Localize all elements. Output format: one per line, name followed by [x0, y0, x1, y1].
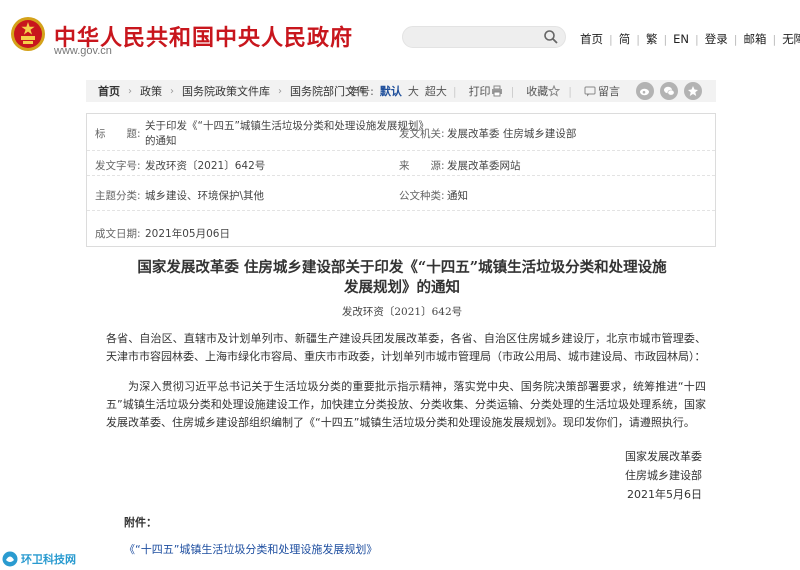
top-link-home[interactable]: 首页: [574, 31, 609, 47]
top-link-simplified[interactable]: 简: [613, 31, 637, 47]
font-size-default[interactable]: 默认: [380, 83, 402, 99]
meta-issuer-value: 发展改革委 住房城乡建设部: [447, 128, 577, 140]
article-title-line2: 发展规划》的通知: [344, 279, 460, 296]
article-doc-number: 发改环资〔2021〕642号: [341, 306, 463, 318]
top-link-mail[interactable]: 邮箱: [737, 31, 772, 47]
national-emblem-icon[interactable]: [10, 16, 46, 52]
qzone-icon: [688, 86, 698, 96]
top-link-accessibility[interactable]: 无障碍: [776, 31, 800, 47]
meta-date-value: 2021年05月06日: [145, 228, 230, 240]
comment-icon: [584, 86, 596, 97]
meta-title-label: 标 题:: [95, 128, 141, 140]
article-paragraph-body: 为深入贯彻习近平总书记关于生活垃圾分类的重要批示指示精神，落实党中央、国务院决策…: [106, 380, 706, 429]
qzone-share-button[interactable]: [684, 82, 702, 100]
breadcrumb-policy-library[interactable]: 国务院政策文件库: [182, 83, 270, 99]
breadcrumb-bar: 首页 › 政策 › 国务院政策文件库 › 国务院部门文件 字号: 默认 大 超大…: [86, 80, 716, 102]
wechat-icon: [664, 86, 675, 96]
signature-date: 2021年5月6日: [627, 488, 702, 501]
top-link-login[interactable]: 登录: [699, 31, 734, 47]
meta-docnum-label: 发文字号:: [95, 160, 141, 172]
favorite-button[interactable]: 收藏: [526, 83, 562, 99]
print-button[interactable]: 打印: [469, 83, 505, 99]
meta-row: 主题分类: 城乡建设、环境保护\其他 公文种类: 通知: [87, 176, 715, 211]
wechat-share-button[interactable]: [660, 82, 678, 100]
search-icon[interactable]: [543, 29, 559, 45]
breadcrumb-home[interactable]: 首页: [98, 83, 120, 99]
top-links: 首页| 简| 繁| EN| 登录| 邮箱| 无障碍: [574, 31, 800, 47]
meta-type-value: 通知: [447, 190, 468, 202]
meta-source-value: 发展改革委网站: [447, 160, 521, 172]
font-size-xlarge[interactable]: 超大: [425, 83, 447, 99]
meta-docnum-value: 发改环资〔2021〕642号: [145, 160, 266, 172]
meta-title-value-line2: 的通知: [145, 135, 177, 147]
article-paragraph-addressees: 各省、自治区、直辖市及计划单列市、新疆生产建设兵团发展改革委，各省、自治区住房城…: [106, 332, 706, 363]
weibo-share-button[interactable]: [636, 82, 654, 100]
meta-title-value-line1: 关于印发《“十四五”城镇生活垃圾分类和处理设施发展规划》: [145, 120, 429, 132]
chevron-right-icon: ›: [278, 85, 282, 97]
meta-row: 成文日期: 2021年05月06日: [87, 211, 715, 246]
watermark-logo-icon: [2, 551, 18, 567]
weibo-icon: [640, 88, 649, 96]
signature-mohurd: 住房城乡建设部: [625, 469, 702, 482]
site-domain: www.gov.cn: [54, 45, 112, 57]
search-input[interactable]: [402, 26, 566, 48]
article-tools: 字号: 默认 大 超大 | 打印 | 收藏 | 留言: [348, 80, 702, 102]
meta-row: 发文字号: 发改环资〔2021〕642号 来 源: 发展改革委网站: [87, 151, 715, 176]
breadcrumb-policy[interactable]: 政策: [140, 83, 162, 99]
star-icon: [548, 85, 561, 97]
meta-type-label: 公文种类:: [399, 190, 445, 202]
favorite-label: 收藏: [526, 85, 549, 98]
attachment-label: 附件：: [124, 516, 157, 529]
comment-label: 留言: [598, 85, 620, 98]
meta-source-label: 来 源:: [399, 160, 445, 172]
top-link-english[interactable]: EN: [667, 32, 695, 46]
signature-ndrc: 国家发展改革委: [625, 450, 702, 463]
watermark: 环卫科技网: [2, 551, 76, 567]
watermark-text: 环卫科技网: [21, 553, 76, 566]
print-label: 打印: [468, 85, 491, 98]
font-size-large[interactable]: 大: [408, 83, 419, 99]
font-size-label: 字号:: [348, 85, 374, 98]
meta-date-label: 成文日期:: [95, 228, 141, 240]
chevron-right-icon: ›: [128, 85, 132, 97]
meta-category-value: 城乡建设、环境保护\其他: [145, 190, 265, 202]
breadcrumb: 首页 › 政策 › 国务院政策文件库 › 国务院部门文件: [86, 83, 367, 99]
print-icon: [491, 85, 502, 97]
meta-row: 标 题: 关于印发《“十四五”城镇生活垃圾分类和处理设施发展规划》 的通知 发文…: [87, 114, 715, 151]
site-header: 中华人民共和国中央人民政府 www.gov.cn 首页 | 简 | 繁 | EN | 登…: [0, 0, 800, 74]
divider: |: [510, 84, 515, 98]
meta-issuer-label: 发文机关:: [399, 128, 445, 140]
divider: |: [568, 84, 572, 98]
article-title: 国家发展改革委 住房城乡建设部关于印发《“十四五”城镇生活垃圾分类和处理设施 发…: [96, 258, 708, 298]
meta-category-label: 主题分类:: [95, 190, 141, 202]
attachment-link[interactable]: 《“十四五”城镇生活垃圾分类和处理设施发展规划》: [124, 541, 377, 557]
divider: |: [452, 84, 457, 98]
article-title-line1: 国家发展改革委 住房城乡建设部关于印发《“十四五”城镇生活垃圾分类和处理设施: [137, 259, 667, 276]
document-metadata: 标 题: 关于印发《“十四五”城镇生活垃圾分类和处理设施发展规划》 的通知 发文…: [86, 113, 716, 247]
chevron-right-icon: ›: [170, 85, 174, 97]
top-link-traditional[interactable]: 繁: [640, 31, 664, 47]
comment-button[interactable]: 留言: [584, 83, 620, 99]
share-buttons: [630, 82, 702, 100]
